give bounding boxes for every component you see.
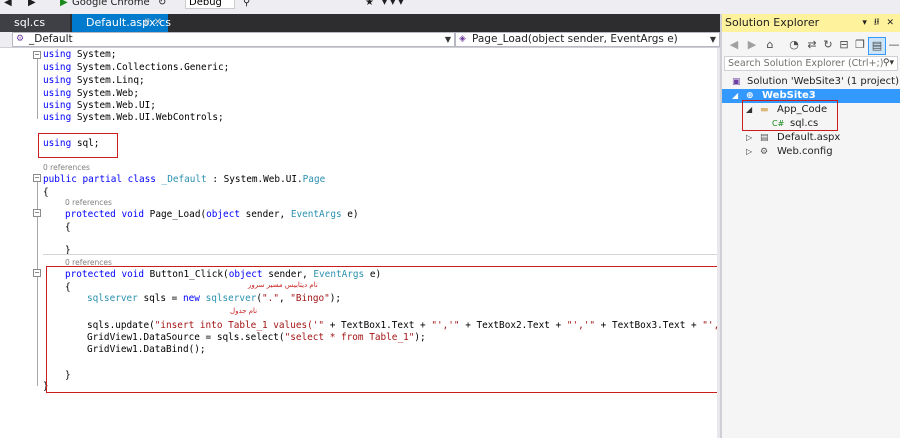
home-icon[interactable]: ⌂ (762, 37, 778, 53)
collapse-toggle[interactable]: − (33, 209, 41, 217)
more-icon[interactable]: — (886, 37, 900, 53)
code-line: { (43, 187, 49, 198)
panel-title: Solution Explorer (725, 16, 820, 29)
panel-window-icons[interactable]: ▾ ⭿ ✕ (862, 14, 896, 32)
collapse-toggle[interactable]: − (33, 51, 41, 59)
solution-explorer-search[interactable]: Search Solution Explorer (Ctrl+;) ⚲▾ (724, 56, 898, 71)
highlight-box-using-sql (38, 133, 118, 158)
pin-icon[interactable]: ⭿ (144, 14, 150, 32)
fold-guide (37, 59, 38, 119)
close-icon[interactable]: ✕ (154, 14, 162, 32)
method-separator (43, 254, 717, 255)
solution-explorer-toolbar: ◀ ▶ ⌂ ◔ ⇄ ↻ ⊟ ❐ ▤ — (722, 34, 900, 56)
tab-label: sql.cs (14, 16, 46, 29)
tree-item-label: Solution 'WebSite3' (1 project) (747, 76, 900, 87)
solution-icon: ▣ (732, 77, 741, 87)
code-line: using System.Web.UI.WebControls; (43, 112, 224, 123)
code-line: } (65, 245, 71, 256)
code-line: using System.Web.UI; (43, 100, 156, 111)
member-combo-value: Page_Load(object sender, EventArgs e) (472, 33, 678, 45)
highlight-box-app-code (742, 100, 838, 131)
config-file-icon: ⚙ (760, 147, 769, 157)
tab-sql-cs[interactable]: sql.cs (0, 14, 70, 32)
configuration-combo[interactable]: Debug (185, 0, 235, 9)
code-line: using System.Collections.Generic; (43, 62, 230, 73)
refresh-icon[interactable]: ↻ (820, 37, 836, 53)
tree-item-label: Web.config (777, 146, 833, 157)
document-tab-bar: sql.cs Default.aspx.cs ⭿ ✕ (0, 14, 720, 32)
properties-icon[interactable]: ▤ (868, 37, 886, 55)
tab-default-aspx-cs[interactable]: Default.aspx.cs ⭿ ✕ (72, 14, 171, 32)
chevron-down-icon: ▼ (709, 35, 716, 44)
copy-icon[interactable]: ❐ (852, 37, 868, 53)
code-line: public partial class _Default : System.W… (43, 174, 326, 185)
search-input[interactable]: Search Solution Explorer (Ctrl+;) (728, 58, 883, 69)
history-icon[interactable]: ◔ (786, 37, 802, 53)
refresh-icon[interactable]: ↻ (158, 0, 166, 8)
tree-item-label: Default.aspx (777, 132, 841, 143)
collapse-toggle[interactable]: − (33, 269, 41, 277)
tree-item-web-config[interactable]: ▷ ⚙ Web.config (722, 145, 900, 159)
codelens-references[interactable]: 0 references (65, 198, 112, 208)
back-icon[interactable]: ◀ (726, 37, 742, 53)
code-line: { (65, 222, 71, 233)
code-line: using System; (43, 49, 117, 60)
navigation-bar: ⚙ _Default ▼ ◈ Page_Load(object sender, … (0, 32, 720, 48)
bookmark-icon[interactable]: ★ (365, 0, 374, 8)
tree-item-default-aspx[interactable]: ▷ ▤ Default.aspx (722, 131, 900, 145)
tree-item-solution[interactable]: ▣ Solution 'WebSite3' (1 project) (722, 75, 900, 89)
solution-explorer-panel: Solution Explorer ▾ ⭿ ✕ ◀ ▶ ⌂ ◔ ⇄ ↻ ⊟ ❐ … (720, 14, 900, 438)
member-combo[interactable]: ◈ Page_Load(object sender, EventArgs e) … (455, 32, 720, 47)
highlight-box-button-click (46, 266, 719, 393)
method-icon: ◈ (459, 34, 466, 44)
solution-explorer-title[interactable]: Solution Explorer ▾ ⭿ ✕ (722, 14, 900, 32)
class-combo[interactable]: ⚙ _Default ▼ (12, 32, 455, 47)
search-icon[interactable]: ⚲▾ (883, 57, 894, 70)
editor-margin (0, 48, 30, 438)
web-form-icon: ▤ (760, 133, 769, 143)
collapse-toggle[interactable]: − (33, 174, 41, 182)
code-editor[interactable]: − − − − using System; using System.Colle… (0, 48, 720, 438)
collapse-arrow-icon[interactable]: ◢ (732, 89, 738, 103)
chevron-down-icon: ▼ (444, 35, 451, 44)
class-icon: ⚙ (16, 34, 25, 44)
expand-arrow-icon[interactable]: ▷ (746, 131, 752, 145)
code-line: protected void Page_Load(object sender, … (65, 209, 359, 220)
code-line: using System.Web; (43, 88, 139, 99)
main-toolbar: ◀ ▶ ▶ Google Chrome ↻ Debug ⚲ ★ ▾ ▾ ▾ (0, 0, 900, 14)
sync-icon[interactable]: ⇄ (804, 37, 820, 53)
run-icon[interactable]: ▶ (60, 0, 68, 8)
toolbar-overflow-icon[interactable]: ▾ ▾ ▾ (382, 0, 403, 8)
back-icon[interactable]: ◀ (4, 0, 12, 8)
collapse-all-icon[interactable]: ⊟ (836, 37, 852, 53)
expand-arrow-icon[interactable]: ▷ (746, 145, 752, 159)
run-target-label[interactable]: Google Chrome (72, 0, 150, 8)
class-combo-value: _Default (29, 33, 73, 45)
forward-icon[interactable]: ▶ (28, 0, 36, 8)
attach-icon[interactable]: ⚲ (243, 0, 250, 8)
forward-icon[interactable]: ▶ (744, 37, 760, 53)
codelens-references[interactable]: 0 references (43, 163, 90, 173)
code-line: using System.Linq; (43, 75, 145, 86)
